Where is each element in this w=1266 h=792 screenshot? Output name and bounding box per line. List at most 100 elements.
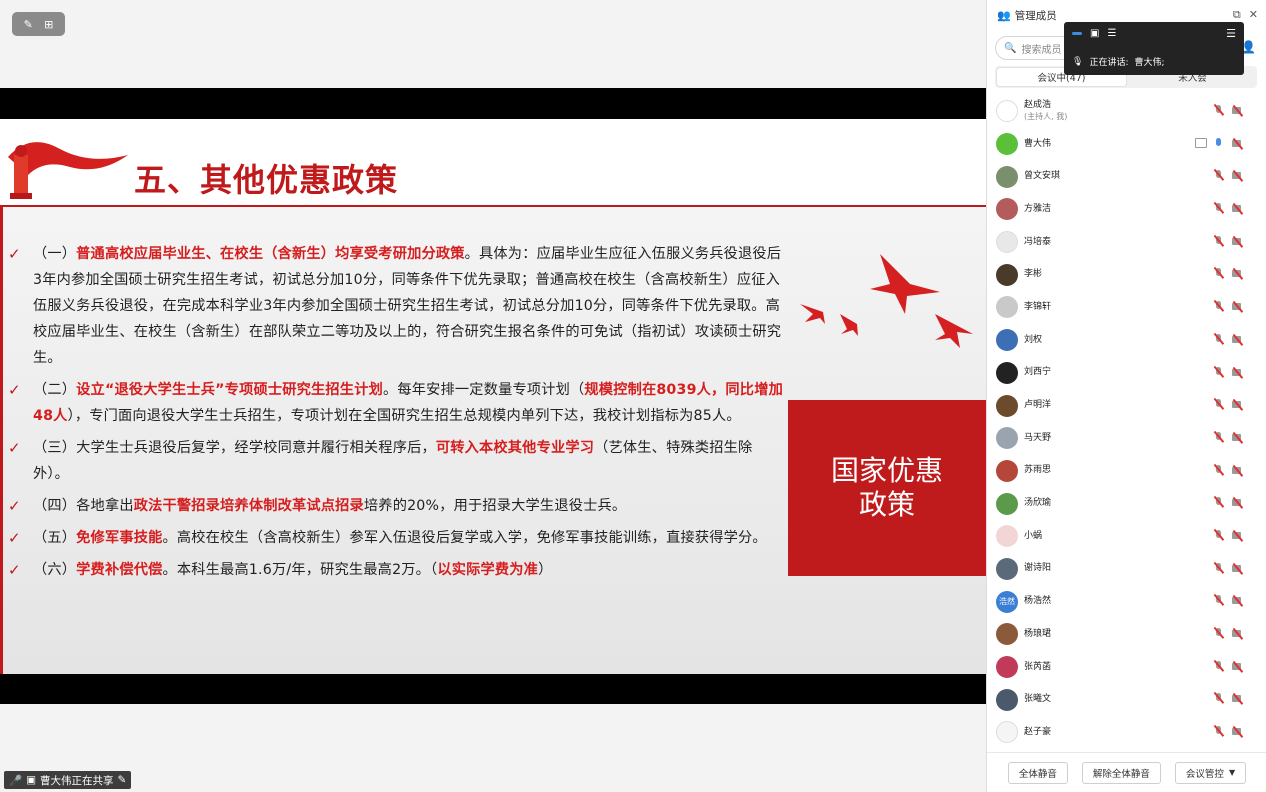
mic-off-icon[interactable] [1213,398,1225,410]
annotate-icon[interactable]: ✎ [24,19,33,30]
member-status-icons [1213,398,1245,410]
chat-icon: ▣ [26,774,36,786]
menu-icon[interactable]: ☰ [1226,27,1236,40]
mic-off-icon[interactable] [1213,594,1225,606]
body-text: （六） [33,562,77,578]
mic-off-icon[interactable] [1213,169,1225,181]
member-row[interactable]: 冯培泰 [987,226,1266,259]
member-row[interactable]: 马天野 [987,422,1266,455]
member-name-block: 刘西宁 [1024,367,1051,378]
mic-off-icon[interactable] [1213,660,1225,672]
avatar [996,296,1018,319]
camera-off-icon[interactable] [1231,202,1245,214]
member-row[interactable]: 小蜗 [987,520,1266,553]
member-row[interactable]: 杨琅珺 [987,618,1266,651]
member-row[interactable]: 浩然 杨浩然 [987,585,1266,618]
camera-off-icon[interactable] [1231,235,1245,247]
camera-off-icon[interactable] [1231,594,1245,606]
camera-off-icon[interactable] [1231,333,1245,345]
mic-off-icon[interactable] [1213,496,1225,508]
unmute-all-button[interactable]: 解除全体静音 [1081,761,1161,784]
member-status-icons [1213,725,1245,737]
list-icon[interactable]: ☰ [1107,28,1116,39]
mic-off-icon[interactable] [1213,300,1225,312]
member-row[interactable]: 苏雨思 [987,455,1266,488]
mic-off-icon[interactable] [1213,333,1225,345]
camera-off-icon[interactable] [1231,137,1245,149]
highlight-text: 以实际学费为准 [437,562,539,578]
member-name: 卢明洋 [1024,400,1052,411]
minimize-icon[interactable] [1072,32,1082,35]
camera-off-icon[interactable] [1231,627,1245,639]
window-icon[interactable]: ▣ [1090,28,1099,39]
camera-off-icon[interactable] [1231,464,1245,476]
member-status-icons [1213,333,1245,345]
popout-icon[interactable]: ⧉ [1233,8,1241,22]
mic-off-icon[interactable] [1213,562,1225,574]
camera-off-icon[interactable] [1231,692,1245,704]
popup-icons: ▣ ☰ [1072,28,1116,39]
camera-off-icon[interactable] [1231,431,1245,443]
pen-icon[interactable]: ✎ [118,774,127,786]
doves-icon [800,254,973,348]
avatar [996,427,1018,450]
member-name-block: 曹大伟 [1024,139,1051,150]
mute-all-button[interactable]: 全体静音 [1007,761,1068,784]
mic-off-icon[interactable] [1213,692,1225,704]
policy-label-box: 国家优惠政策 [788,400,986,576]
mic-off-icon[interactable] [1213,104,1225,116]
member-row[interactable]: 赵子豪 [987,716,1266,749]
share-toolbar[interactable]: ✎ ⊞ [12,12,65,36]
translate-icon[interactable]: ⊞ [44,19,53,30]
policy-label: 国家优惠政策 [830,454,943,521]
member-row[interactable]: 刘西宁 [987,357,1266,390]
camera-off-icon[interactable] [1231,398,1245,410]
mic-off-icon[interactable] [1213,725,1225,737]
camera-off-icon[interactable] [1231,496,1245,508]
mic-off-icon[interactable] [1213,235,1225,247]
member-name: 方雅洁 [1024,203,1052,214]
camera-off-icon[interactable] [1231,529,1245,541]
member-row[interactable]: 曹大伟 [987,128,1266,161]
bullet-item: ✓ （一）普通高校应届毕业生、在校生（含新生）均享受考研加分政策。具体为：应届毕业… [8,241,783,371]
avatar [996,492,1018,515]
share-status-bar[interactable]: 🎤 ▣ 曹大伟正在共享 ✎ [4,771,132,789]
bullet-text: （一）普通高校应届毕业生、在校生（含新生）均享受考研加分政策。具体为：应届毕业生… [33,241,783,371]
member-row[interactable]: 张芮菡 [987,651,1266,684]
avatar [996,361,1018,384]
meeting-control-button[interactable]: 会议管控 ▼ [1174,761,1247,784]
mic-off-icon[interactable] [1213,267,1225,279]
member-row[interactable]: 曾文安琪 [987,160,1266,193]
member-row[interactable]: 谢诗阳 [987,553,1266,586]
member-name-block: 张芮菡 [1024,662,1051,673]
close-icon[interactable]: ✕ [1249,8,1258,22]
member-row[interactable]: 方雅洁 [987,193,1266,226]
mic-on-icon[interactable] [1213,137,1225,149]
camera-off-icon[interactable] [1231,300,1245,312]
body-text: 。高校在校生（含高校新生）参军入伍退役后复学或入学，免修军事技能训练，直接获得学… [162,530,767,546]
member-row[interactable]: 刘权 [987,324,1266,357]
camera-off-icon[interactable] [1231,104,1245,116]
camera-off-icon[interactable] [1231,725,1245,737]
camera-off-icon[interactable] [1231,660,1245,672]
member-row[interactable]: 张曦文 [987,683,1266,716]
mic-off-icon[interactable] [1213,366,1225,378]
slide-title: 五、其他优惠政策 [134,161,399,199]
camera-off-icon[interactable] [1231,562,1245,574]
mic-off-icon[interactable] [1213,202,1225,214]
camera-off-icon[interactable] [1231,169,1245,181]
mic-off-icon[interactable] [1213,464,1225,476]
camera-off-icon[interactable] [1231,366,1245,378]
member-status-icons [1213,104,1245,116]
member-row[interactable]: 李锦轩 [987,291,1266,324]
camera-off-icon[interactable] [1231,267,1245,279]
member-row[interactable]: 赵成浩 (主持人, 我) [987,95,1266,128]
mic-off-icon[interactable] [1213,431,1225,443]
mic-off-icon[interactable] [1213,529,1225,541]
mic-off-icon[interactable] [1213,627,1225,639]
member-row[interactable]: 汤欣瑜 [987,487,1266,520]
search-icon: 🔍 [1004,42,1017,54]
member-row[interactable]: 卢明洋 [987,389,1266,422]
member-row[interactable]: 李彬 [987,258,1266,291]
member-name: 刘西宁 [1024,367,1052,378]
